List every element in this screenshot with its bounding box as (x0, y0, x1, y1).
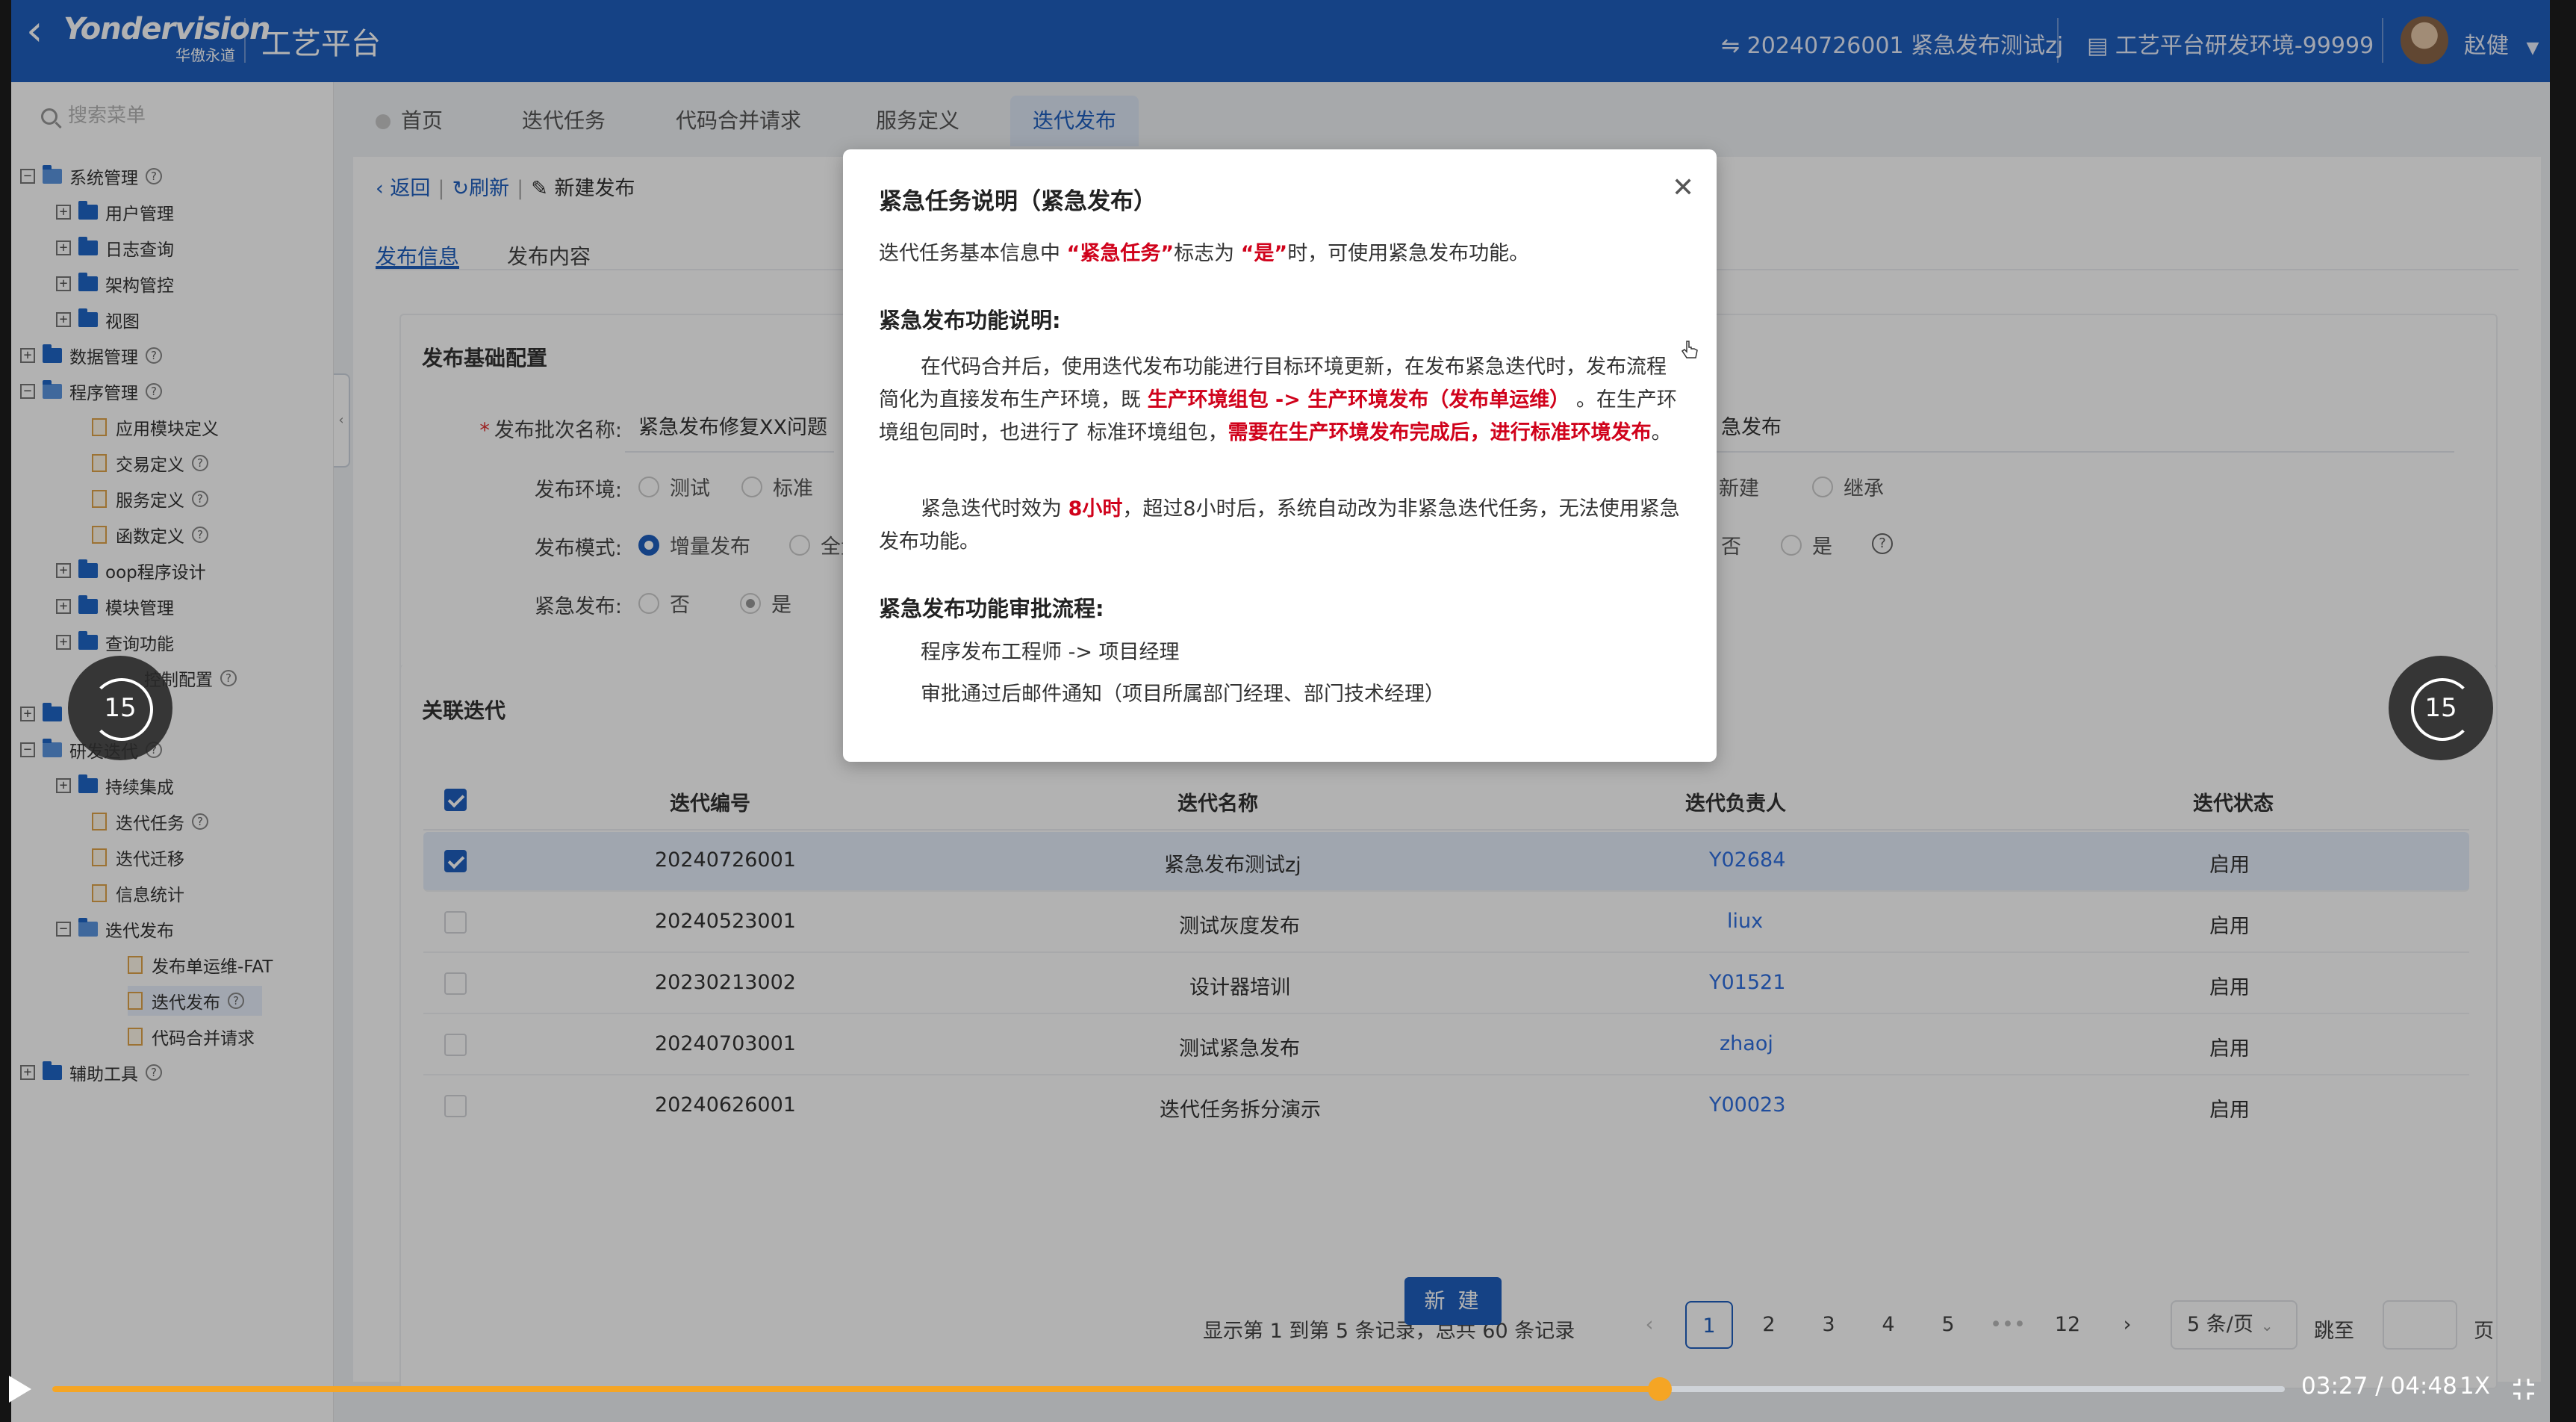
urgent-release-info-dialog: 紧急任务说明（紧急发布） ✕ 迭代任务基本信息中 “紧急任务”标志为 “是”时，… (843, 149, 1717, 762)
paragraph-text: 。 (1651, 421, 1672, 444)
highlight-text: 8小时 (1068, 497, 1123, 521)
skip-forward-button[interactable]: 15 (2389, 656, 2493, 760)
dialog-intro: 迭代任务基本信息中 “紧急任务”标志为 “是”时，可使用紧急发布功能。 (879, 237, 1685, 270)
approval-line-2: 审批通过后邮件通知（项目所属部门经理、部门技术经理） (921, 683, 1445, 706)
progress-fill (52, 1386, 1660, 1392)
approval-heading: 紧急发布功能审批流程: (879, 596, 1104, 621)
intro-text: 迭代任务基本信息中 (879, 242, 1067, 265)
function-heading: 紧急发布功能说明: (879, 308, 1061, 333)
exit-fullscreen-icon[interactable] (2512, 1376, 2536, 1403)
highlight-text: 生产环境组包 -> 生产环境发布（发布单运维） (1147, 388, 1570, 412)
intro-text: 标志为 (1174, 242, 1241, 265)
paragraph-text: 紧急迭代时效为 (921, 497, 1068, 521)
progress-track[interactable] (52, 1377, 2285, 1401)
highlight-text: 需要在生产环境发布完成后，进行标准环境发布 (1228, 421, 1652, 444)
skip-back-button[interactable]: 15 (68, 656, 172, 760)
progress-handle[interactable] (1647, 1377, 1672, 1401)
highlight-text: “是” (1240, 242, 1288, 265)
function-paragraph-1: 在代码合并后，使用迭代发布功能进行目标环境更新，在发布紧急迭代时，发布流程简化为… (879, 351, 1685, 450)
time-display: 03:27 / 04:48 (2301, 1373, 2457, 1400)
video-controls: 03:27 / 04:48 1X (0, 1359, 2539, 1422)
play-icon[interactable] (9, 1376, 31, 1403)
approval-line-1: 程序发布工程师 -> 项目经理 (921, 641, 1180, 664)
dialog-title: 紧急任务说明（紧急发布） (879, 188, 1157, 215)
function-paragraph-2: 紧急迭代时效为 8小时，超过8小时后，系统自动改为非紧急迭代任务，无法使用紧急发… (879, 493, 1685, 559)
close-icon[interactable]: ✕ (1672, 175, 1694, 202)
app-frame: Yondervision 华傲永道 工艺平台 ⇋ 20240726001 紧急发… (11, 0, 2550, 1422)
intro-text: 时，可使用紧急发布功能。 (1287, 242, 1530, 265)
playback-speed[interactable]: 1X (2460, 1373, 2490, 1400)
highlight-text: “紧急任务” (1066, 242, 1175, 265)
